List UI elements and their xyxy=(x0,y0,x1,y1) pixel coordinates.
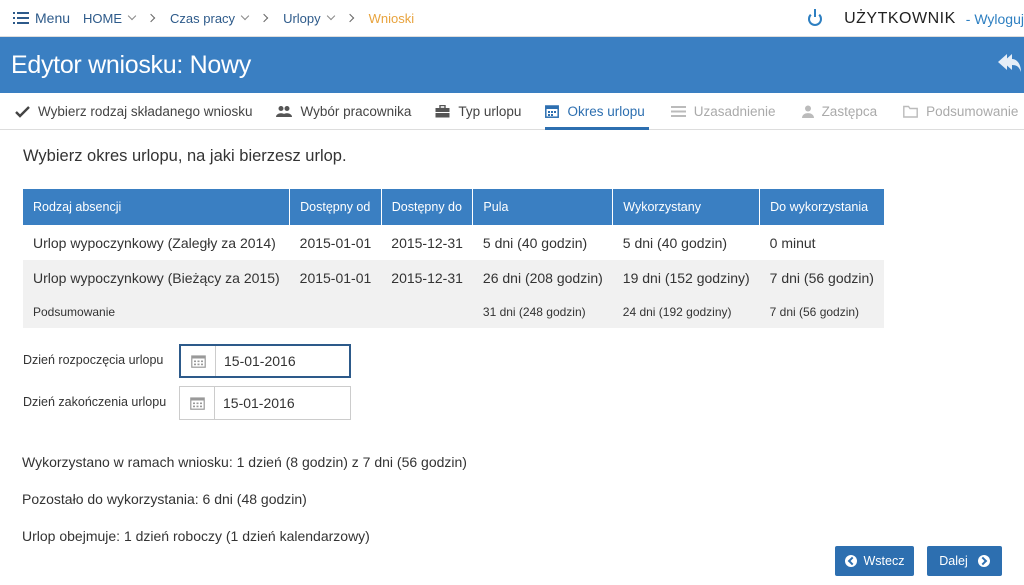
step-uzasadnienie[interactable]: Uzasadnienie xyxy=(670,93,776,130)
step-label: Typ urlopu xyxy=(458,103,522,119)
menu-label: Menu xyxy=(35,10,71,26)
breadcrumb-urlopy[interactable]: Urlopy xyxy=(283,10,335,26)
calendar-icon[interactable] xyxy=(180,387,215,419)
summary-cell: 31 dni (248 godzin) xyxy=(472,295,613,328)
breadcrumb-wnioski[interactable]: Wnioski xyxy=(369,11,415,26)
arrow-left-circle-icon xyxy=(844,555,857,567)
breadcrumb-urlopy-label: Urlopy xyxy=(283,10,321,26)
summary-cell: Podsumowanie xyxy=(23,295,290,328)
step-label: Wybór pracownika xyxy=(300,103,412,119)
step-label: Podsumowanie xyxy=(926,103,1019,119)
table-cell: 0 minut xyxy=(759,225,884,260)
table-cell: 2015-12-31 xyxy=(381,260,473,295)
calendar-icon[interactable] xyxy=(181,346,216,376)
arrow-right-circle-icon xyxy=(977,555,990,567)
title-bar: Edytor wniosku: Nowy xyxy=(0,37,1024,93)
summary-row: Podsumowanie 31 dni (248 godzin) 24 dni … xyxy=(23,295,884,328)
users-icon xyxy=(276,105,293,117)
summary-cell xyxy=(289,295,382,328)
chevron-down-icon xyxy=(127,11,137,21)
summary-cell xyxy=(381,295,473,328)
top-navigation-bar: Menu HOME Czas pracy Urlopy Wnioski UŻYT… xyxy=(0,0,1024,37)
table-cell: 26 dni (208 godzin) xyxy=(472,260,613,295)
folder-icon xyxy=(903,105,918,118)
column-header: Do wykorzystania xyxy=(759,189,884,225)
column-header: Wykorzystany xyxy=(612,189,761,225)
step-rodzaj-wniosku[interactable]: Wybierz rodzaj składanego wniosku xyxy=(15,93,252,130)
chevron-right-icon xyxy=(259,13,269,23)
menu-button[interactable]: Menu xyxy=(13,10,70,26)
table-row: Urlop wypoczynkowy (Bieżący za 2015) 201… xyxy=(23,260,884,295)
next-button-label: Dalej xyxy=(939,554,968,568)
step-podsumowanie[interactable]: Podsumowanie xyxy=(903,93,1018,130)
chevron-right-icon xyxy=(146,13,156,23)
back-button[interactable]: Wstecz xyxy=(835,546,914,576)
list-icon xyxy=(670,105,686,117)
summary-cell: 7 dni (56 godzin) xyxy=(759,295,884,328)
back-button-label: Wstecz xyxy=(863,554,905,568)
breadcrumb-home-label: HOME xyxy=(83,10,123,26)
table-cell: Urlop wypoczynkowy (Bieżący za 2015) xyxy=(23,260,290,295)
chevron-down-icon xyxy=(326,11,335,21)
start-date-field[interactable]: 15-01-2016 xyxy=(179,344,351,378)
reply-all-icon[interactable] xyxy=(996,51,1022,75)
step-okres-urlopu[interactable]: Okres urlopu xyxy=(545,93,650,130)
page-title: Edytor wniosku: Nowy xyxy=(11,51,251,79)
step-zastepca[interactable]: Zastępca xyxy=(801,93,878,130)
username: UŻYTKOWNIK xyxy=(844,9,956,27)
wizard-steps: Wybierz rodzaj składanego wniosku Wybór … xyxy=(0,93,1024,130)
breadcrumb-czas-pracy-label: Czas pracy xyxy=(170,10,236,26)
calendar-icon xyxy=(545,105,560,118)
absence-table: Rodzaj absencji Dostępny od Dostępny do … xyxy=(23,189,884,328)
hamburger-icon xyxy=(13,11,29,25)
table-cell: 5 dni (40 godzin) xyxy=(472,225,613,260)
used-info: Wykorzystano w ramach wniosku: 1 dzień (… xyxy=(22,454,467,470)
check-icon xyxy=(15,105,30,118)
column-header: Dostępny od xyxy=(289,189,382,225)
step-label: Okres urlopu xyxy=(567,103,645,119)
remaining-info: Pozostało do wykorzystania: 6 dni (48 go… xyxy=(22,491,307,507)
logout-link[interactable]: - Wyloguj xyxy=(966,11,1024,27)
step-label: Zastępca xyxy=(821,103,878,119)
briefcase-icon xyxy=(435,104,450,117)
table-cell: Urlop wypoczynkowy (Zaległy za 2014) xyxy=(23,225,290,260)
covers-info: Urlop obejmuje: 1 dzień roboczy (1 dzień… xyxy=(22,528,370,544)
column-header: Pula xyxy=(472,189,614,225)
next-button[interactable]: Dalej xyxy=(927,546,1002,576)
end-date-label: Dzień zakończenia urlopu xyxy=(23,395,167,409)
user-area: UŻYTKOWNIK - Wyloguj xyxy=(808,0,1024,37)
table-header-row: Rodzaj absencji Dostępny od Dostępny do … xyxy=(23,189,884,225)
start-date-label: Dzień rozpoczęcia urlopu xyxy=(23,353,164,367)
table-cell: 7 dni (56 godzin) xyxy=(759,260,884,295)
table-row: Urlop wypoczynkowy (Zaległy za 2014) 201… xyxy=(23,225,884,260)
power-icon[interactable] xyxy=(808,8,823,26)
table-cell: 2015-12-31 xyxy=(381,225,473,260)
instruction-text: Wybierz okres urlopu, na jaki bierzesz u… xyxy=(23,147,347,165)
summary-cell: 24 dni (192 godziny) xyxy=(612,295,760,328)
table-cell: 2015-01-01 xyxy=(289,225,382,260)
end-date-field[interactable]: 15-01-2016 xyxy=(179,386,351,420)
table-cell: 2015-01-01 xyxy=(289,260,382,295)
breadcrumb-home[interactable]: HOME xyxy=(83,10,137,26)
column-header: Rodzaj absencji xyxy=(23,189,291,225)
chevron-right-icon xyxy=(345,13,354,23)
table-cell: 5 dni (40 godzin) xyxy=(612,225,760,260)
start-date-value: 15-01-2016 xyxy=(224,353,296,369)
column-header: Dostępny do xyxy=(381,189,474,225)
step-label: Wybierz rodzaj składanego wniosku xyxy=(38,103,253,119)
step-label: Uzasadnienie xyxy=(693,103,776,119)
user-icon xyxy=(801,105,814,118)
end-date-value: 15-01-2016 xyxy=(223,395,295,411)
breadcrumb-czas-pracy[interactable]: Czas pracy xyxy=(170,10,250,26)
table-cell: 19 dni (152 godziny) xyxy=(612,260,760,295)
step-typ-urlopu[interactable]: Typ urlopu xyxy=(435,93,521,130)
step-wybor-pracownika[interactable]: Wybór pracownika xyxy=(276,93,411,130)
breadcrumb: HOME Czas pracy Urlopy Wnioski xyxy=(83,11,414,26)
chevron-down-icon xyxy=(240,11,250,21)
